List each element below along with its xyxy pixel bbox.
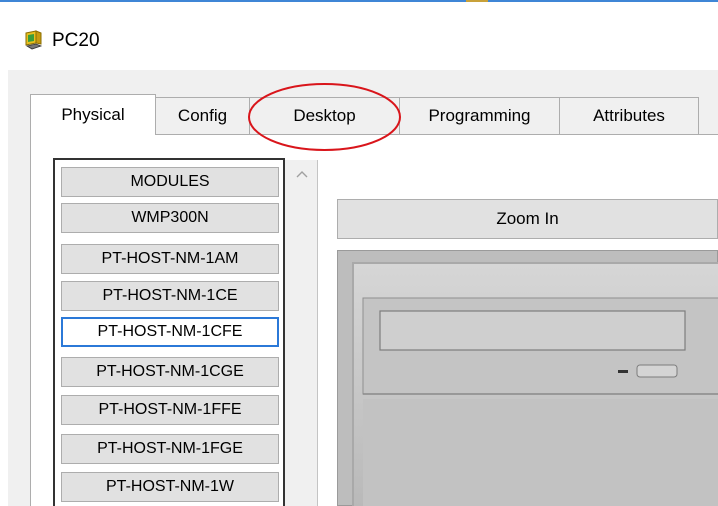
scroll-up-icon[interactable]	[285, 164, 318, 184]
module-item-pt-host-nm-1cge[interactable]: PT-HOST-NM-1CGE	[61, 357, 279, 387]
module-item-pt-host-nm-1fge[interactable]: PT-HOST-NM-1FGE	[61, 434, 279, 464]
window-title-bar: PC20	[22, 26, 100, 56]
tab-attributes[interactable]: Attributes	[559, 97, 699, 135]
module-item-pt-host-nm-1cfe[interactable]: PT-HOST-NM-1CFE	[61, 317, 279, 347]
zoom-in-button[interactable]: Zoom In	[337, 199, 718, 239]
device-physical-view	[337, 250, 718, 506]
tab-config[interactable]: Config	[155, 97, 250, 135]
module-item-pt-host-nm-1ffe[interactable]: PT-HOST-NM-1FFE	[61, 395, 279, 425]
module-header-button[interactable]: MODULES	[61, 167, 279, 197]
tab-desktop[interactable]: Desktop	[249, 97, 400, 135]
pc-chassis-illustration	[352, 262, 718, 506]
module-item-wmp300n[interactable]: WMP300N	[61, 203, 279, 233]
module-item-pt-host-nm-1am[interactable]: PT-HOST-NM-1AM	[61, 244, 279, 274]
module-item-pt-host-nm-1w[interactable]: PT-HOST-NM-1W	[61, 472, 279, 502]
module-item-pt-host-nm-1ce[interactable]: PT-HOST-NM-1CE	[61, 281, 279, 311]
chevron-up-icon	[296, 171, 307, 178]
pc-computer-icon	[25, 30, 43, 50]
tab-programming[interactable]: Programming	[399, 97, 560, 135]
window-title: PC20	[52, 30, 100, 51]
tab-physical[interactable]: Physical	[30, 94, 156, 135]
module-list-scrollbar[interactable]	[285, 160, 318, 506]
window-top-border	[0, 0, 718, 2]
